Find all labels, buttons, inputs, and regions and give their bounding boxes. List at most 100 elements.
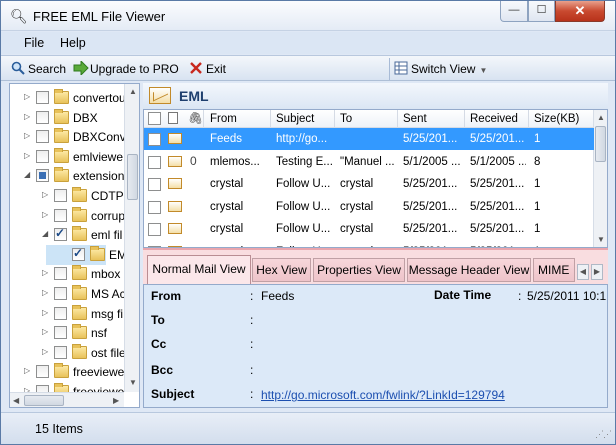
to-label: To [151, 313, 165, 327]
maximize-button[interactable]: ☐ [528, 1, 555, 22]
folder-icon [72, 226, 87, 242]
tree-checkbox[interactable] [36, 91, 49, 104]
expand-arrow-icon[interactable]: ▷ [24, 366, 30, 375]
tree-item-label: eml fil [91, 228, 123, 243]
tab-mime[interactable]: MIME [533, 258, 575, 282]
cell-sent: 5/25/201... [403, 223, 458, 235]
tree-item[interactable]: EM [46, 244, 127, 265]
grid-scroll-thumb[interactable] [595, 126, 606, 162]
expand-arrow-icon[interactable]: ▷ [42, 210, 48, 219]
scroll-left-icon[interactable]: ◀ [13, 396, 19, 405]
col-received[interactable]: Received [470, 113, 518, 125]
resize-grip-icon[interactable]: ⋰⋰ [595, 429, 612, 440]
table-row[interactable]: Feeds http://go... 5/25/201... 5/25/201... 1 [144, 128, 594, 150]
scroll-down-icon[interactable]: ▼ [129, 378, 137, 387]
tab-hex-view[interactable]: Hex View [252, 258, 311, 282]
expand-arrow-icon[interactable]: ▷ [42, 347, 48, 356]
expand-arrow-icon[interactable]: ▷ [42, 190, 48, 199]
tree-hscroll-thumb[interactable] [24, 395, 64, 406]
collapse-arrow-icon[interactable]: ◢ [42, 229, 48, 238]
exit-button[interactable]: Exit [189, 61, 226, 77]
table-row[interactable]: 0 mlemos... Testing E... "Manuel ... 5/1/200… [144, 151, 594, 173]
expand-arrow-icon[interactable]: ▷ [24, 131, 30, 140]
menu-help[interactable]: Help [60, 36, 86, 50]
mail-icon [168, 155, 182, 167]
tree-checkbox[interactable] [36, 130, 49, 144]
col-from[interactable]: From [210, 113, 237, 125]
scroll-up-icon[interactable]: ▲ [597, 113, 605, 122]
tree-checkbox[interactable] [54, 208, 67, 222]
window-title: FREE EML File Viewer [33, 9, 166, 24]
tree-checkbox[interactable] [36, 149, 49, 163]
tree-item-label: extension [73, 169, 125, 184]
tab-scroll-left-icon[interactable]: ◀ [577, 264, 589, 280]
attachment-icon: 0 [190, 153, 197, 168]
tree-checkbox[interactable] [54, 267, 67, 281]
row-checkbox[interactable] [148, 133, 161, 146]
tab-normal-mail-view[interactable]: Normal Mail View [147, 255, 251, 284]
tree-checkbox[interactable] [36, 110, 49, 124]
col-to[interactable]: To [340, 113, 352, 125]
cell-subject: Testing E... [276, 155, 332, 168]
tab-message-header-view[interactable]: Message Header View [407, 258, 531, 282]
tree-item-label: DBX [73, 110, 98, 125]
col-sep [203, 110, 204, 128]
scroll-down-icon[interactable]: ▼ [597, 235, 605, 244]
cell-from: crystal [210, 178, 244, 190]
subject-link[interactable]: http://go.microsoft.com/fwlink/?LinkId=1… [261, 388, 505, 402]
col-sent[interactable]: Sent [403, 113, 427, 125]
tree-checkbox[interactable] [54, 287, 67, 300]
exit-label: Exit [206, 62, 227, 76]
expand-arrow-icon[interactable]: ▷ [42, 327, 48, 336]
tab-scroll-right-icon[interactable]: ▶ [591, 264, 603, 280]
grid-vertical-scrollbar[interactable]: ▲ ▼ [593, 110, 607, 247]
col-sep [528, 110, 529, 128]
cell-to: crystal [340, 223, 374, 235]
col-size[interactable]: Size(KB) [534, 113, 579, 125]
scroll-up-icon[interactable]: ▲ [129, 87, 137, 96]
menu-file[interactable]: File [24, 36, 44, 50]
expand-arrow-icon[interactable]: ▷ [24, 112, 30, 121]
tree-checkbox[interactable] [36, 365, 49, 379]
switch-view-button[interactable]: Switch View ▼ [394, 61, 487, 77]
tree-checkbox[interactable] [54, 189, 67, 202]
tab-properties-view[interactable]: Properties View [313, 258, 405, 282]
colon: : [250, 337, 254, 351]
colon: : [518, 289, 522, 303]
expand-arrow-icon[interactable]: ▷ [42, 268, 48, 277]
col-subject[interactable]: Subject [276, 113, 314, 125]
row-checkbox[interactable] [148, 155, 161, 169]
minimize-button[interactable]: — [500, 1, 528, 22]
subject-label: Subject [151, 387, 195, 401]
row-checkbox[interactable] [148, 200, 161, 214]
tree-vertical-scrollbar[interactable]: ▲ ▼ [124, 84, 139, 392]
upgrade-button[interactable]: Upgrade to PRO [73, 59, 179, 77]
scroll-right-icon[interactable]: ▶ [113, 396, 119, 405]
tree-checkbox[interactable] [72, 246, 85, 261]
expand-arrow-icon[interactable]: ▷ [24, 92, 30, 101]
expand-arrow-icon[interactable]: ▷ [24, 151, 30, 160]
table-row[interactable]: crystalFollow U...crystal5/25/201...5/25… [144, 196, 594, 218]
tree-horizontal-scrollbar[interactable]: ◀ ▶ [10, 392, 124, 407]
tree-checkbox[interactable] [36, 169, 49, 183]
close-button[interactable]: ✕ [555, 1, 605, 22]
tree-checkbox[interactable] [54, 226, 67, 242]
cell-sent: 5/25/201... [403, 133, 458, 145]
tree-checkbox[interactable] [54, 345, 67, 359]
folder-icon [90, 245, 105, 261]
expand-arrow-icon[interactable]: ▷ [42, 288, 48, 297]
tree-checkbox[interactable] [54, 326, 67, 340]
select-all-checkbox[interactable] [148, 112, 161, 125]
row-checkbox[interactable] [148, 178, 161, 191]
collapse-arrow-icon[interactable]: ◢ [24, 170, 30, 179]
tree-checkbox[interactable] [54, 306, 67, 320]
expand-arrow-icon[interactable]: ▷ [42, 308, 48, 317]
table-row[interactable]: crystalFollow U...crystal5/25/201...5/25… [144, 218, 594, 240]
search-button[interactable]: Search [11, 61, 66, 77]
tree-scroll-thumb[interactable] [127, 154, 138, 200]
toolbar: Search Upgrade to PRO Exit Switch View ▼ [1, 55, 615, 81]
table-row[interactable]: crystalFollow U...crystal5/25/201...5/25… [144, 241, 594, 247]
folder-tree[interactable]: ▷freeviewe▷freeviewe▷freeviewe▷ost file▷… [9, 83, 140, 408]
row-checkbox[interactable] [148, 223, 161, 236]
table-row[interactable]: crystalFollow U...crystal5/25/201...5/25… [144, 173, 594, 195]
